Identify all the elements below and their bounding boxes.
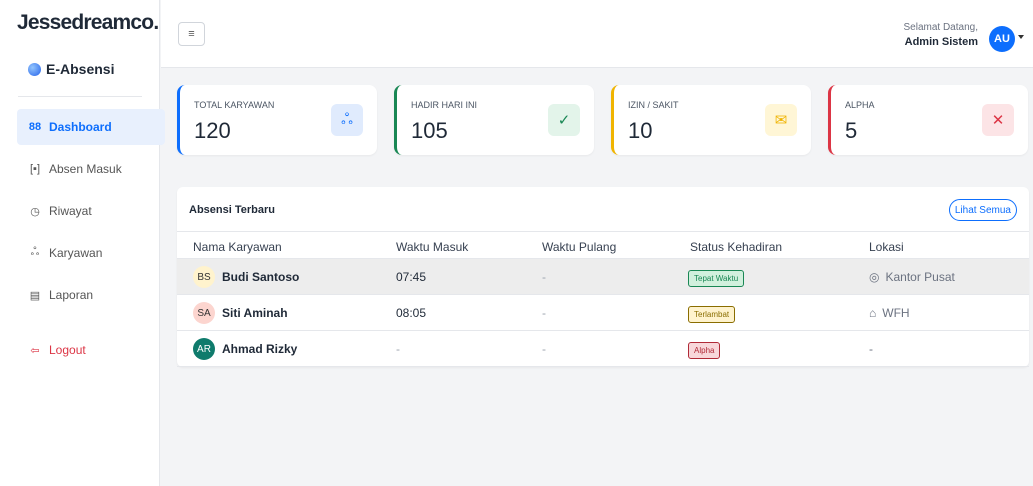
employee-name: Siti Aminah: [222, 306, 288, 320]
stat-value: 105: [411, 118, 448, 143]
avatar: BS: [193, 266, 215, 288]
app-name-label: E-Absensi: [46, 61, 115, 77]
table-row[interactable]: AR Ahmad Rizky - - Alpha -: [177, 331, 1029, 367]
scan-icon: [▪]: [29, 163, 40, 175]
employee-name: Ahmad Rizky: [222, 342, 298, 356]
user-name: Admin Sistem: [904, 36, 978, 48]
map-pin-icon: ◎: [869, 270, 880, 284]
home-icon: ⌂: [869, 306, 877, 320]
sidebar-item-label: Laporan: [49, 288, 94, 302]
users-icon: ஃ: [30, 246, 40, 258]
check-icon: ✓: [548, 104, 580, 136]
column-header-waktu-pulang[interactable]: Waktu Pulang: [542, 240, 616, 254]
brand-logo[interactable]: Jessedreamco.: [17, 11, 159, 35]
stat-label: HADIR HARI INI: [411, 100, 478, 110]
employee-cell: AR Ahmad Rizky: [193, 338, 297, 360]
table-row[interactable]: BS Budi Santoso 07:45 - Tepat Waktu ◎ Ka…: [177, 259, 1029, 295]
location-label: -: [869, 342, 873, 356]
time-in: 08:05: [396, 306, 427, 320]
time-in: 07:45: [396, 270, 427, 284]
menu-toggle-button[interactable]: ≡: [178, 22, 205, 46]
stat-card-total-karyawan: TOTAL KARYAWAN 120 ஃ: [177, 85, 377, 155]
welcome-text: Selamat Datang,: [903, 22, 979, 33]
stat-label: TOTAL KARYAWAN: [194, 100, 275, 110]
grid-icon: 88: [28, 121, 42, 133]
users-icon: ஃ: [331, 104, 363, 136]
sidebar: Jessedreamco. E-Absensi 88 Dashboard [▪]…: [0, 0, 165, 486]
status-badge: Terlambat: [688, 306, 736, 323]
table-row[interactable]: SA Siti Aminah 08:05 - Terlambat ⌂ WFH: [177, 295, 1029, 331]
view-all-button[interactable]: Lihat Semua: [948, 199, 1017, 221]
envelope-icon: ✉: [765, 104, 797, 136]
stat-value: 10: [628, 118, 653, 143]
location-label: Kantor Pusat: [885, 270, 955, 284]
sidebar-item-label: Karyawan: [49, 246, 103, 260]
logout-button[interactable]: ⇦ Logout: [17, 332, 165, 368]
time-out: -: [542, 342, 546, 356]
employee-cell: SA Siti Aminah: [193, 302, 288, 324]
panel-title: Absensi Terbaru: [189, 204, 275, 216]
stat-label: IZIN / SAKIT: [628, 100, 679, 110]
chevron-down-icon[interactable]: [1018, 35, 1024, 39]
x-icon: ✕: [982, 104, 1014, 136]
logout-label: Logout: [49, 343, 86, 357]
location-cell: ⌂ WFH: [869, 306, 910, 320]
avatar: SA: [193, 302, 215, 324]
stat-card-alpha: ALPHA 5 ✕: [828, 85, 1028, 155]
employee-name: Budi Santoso: [222, 270, 300, 284]
user-avatar[interactable]: AU: [989, 26, 1015, 52]
sidebar-item-karyawan[interactable]: ஃ Karyawan: [17, 235, 165, 271]
file-icon: ▤: [29, 289, 41, 302]
attendance-panel: Absensi Terbaru Lihat Semua Nama Karyawa…: [177, 187, 1029, 367]
logout-icon: ⇦: [30, 344, 40, 357]
status-badge: Tepat Waktu: [688, 270, 745, 287]
column-header-status[interactable]: Status Kehadiran: [690, 240, 782, 254]
avatar: AR: [193, 338, 215, 360]
sidebar-item-riwayat[interactable]: ◷ Riwayat: [17, 193, 165, 229]
stat-card-izin-sakit: IZIN / SAKIT 10 ✉: [611, 85, 811, 155]
globe-icon: [28, 62, 41, 76]
sidebar-item-label: Riwayat: [49, 204, 92, 218]
sidebar-item-laporan[interactable]: ▤ Laporan: [17, 277, 165, 313]
stat-card-hadir: HADIR HARI INI 105 ✓: [394, 85, 594, 155]
location-cell: ◎ Kantor Pusat: [869, 270, 955, 284]
time-in: -: [396, 342, 400, 356]
user-greeting: Selamat Datang, Admin Sistem: [904, 22, 979, 48]
sidebar-item-label: Absen Masuk: [49, 162, 122, 176]
clock-icon: ◷: [30, 205, 40, 218]
hamburger-icon: ≡: [188, 28, 195, 40]
stat-value: 120: [194, 118, 231, 143]
topbar: ≡ Selamat Datang, Admin Sistem AU: [161, 0, 1033, 68]
stat-label: ALPHA: [845, 100, 875, 110]
time-out: -: [542, 306, 546, 320]
table-header: Nama Karyawan Waktu Masuk Waktu Pulang S…: [177, 231, 1029, 259]
sidebar-item-label: Dashboard: [49, 120, 112, 134]
column-header-nama[interactable]: Nama Karyawan: [193, 240, 282, 254]
app-name: E-Absensi: [28, 61, 114, 77]
employee-cell: BS Budi Santoso: [193, 266, 299, 288]
sidebar-item-absen-masuk[interactable]: [▪] Absen Masuk: [17, 151, 165, 187]
time-out: -: [542, 270, 546, 284]
status-badge: Alpha: [688, 342, 721, 359]
stat-value: 5: [845, 118, 858, 143]
column-header-waktu-masuk[interactable]: Waktu Masuk: [396, 240, 468, 254]
sidebar-item-dashboard[interactable]: 88 Dashboard: [17, 109, 165, 145]
column-header-lokasi[interactable]: Lokasi: [869, 240, 904, 254]
location-cell: -: [869, 342, 873, 356]
location-label: WFH: [882, 306, 910, 320]
sidebar-divider: [18, 96, 142, 97]
